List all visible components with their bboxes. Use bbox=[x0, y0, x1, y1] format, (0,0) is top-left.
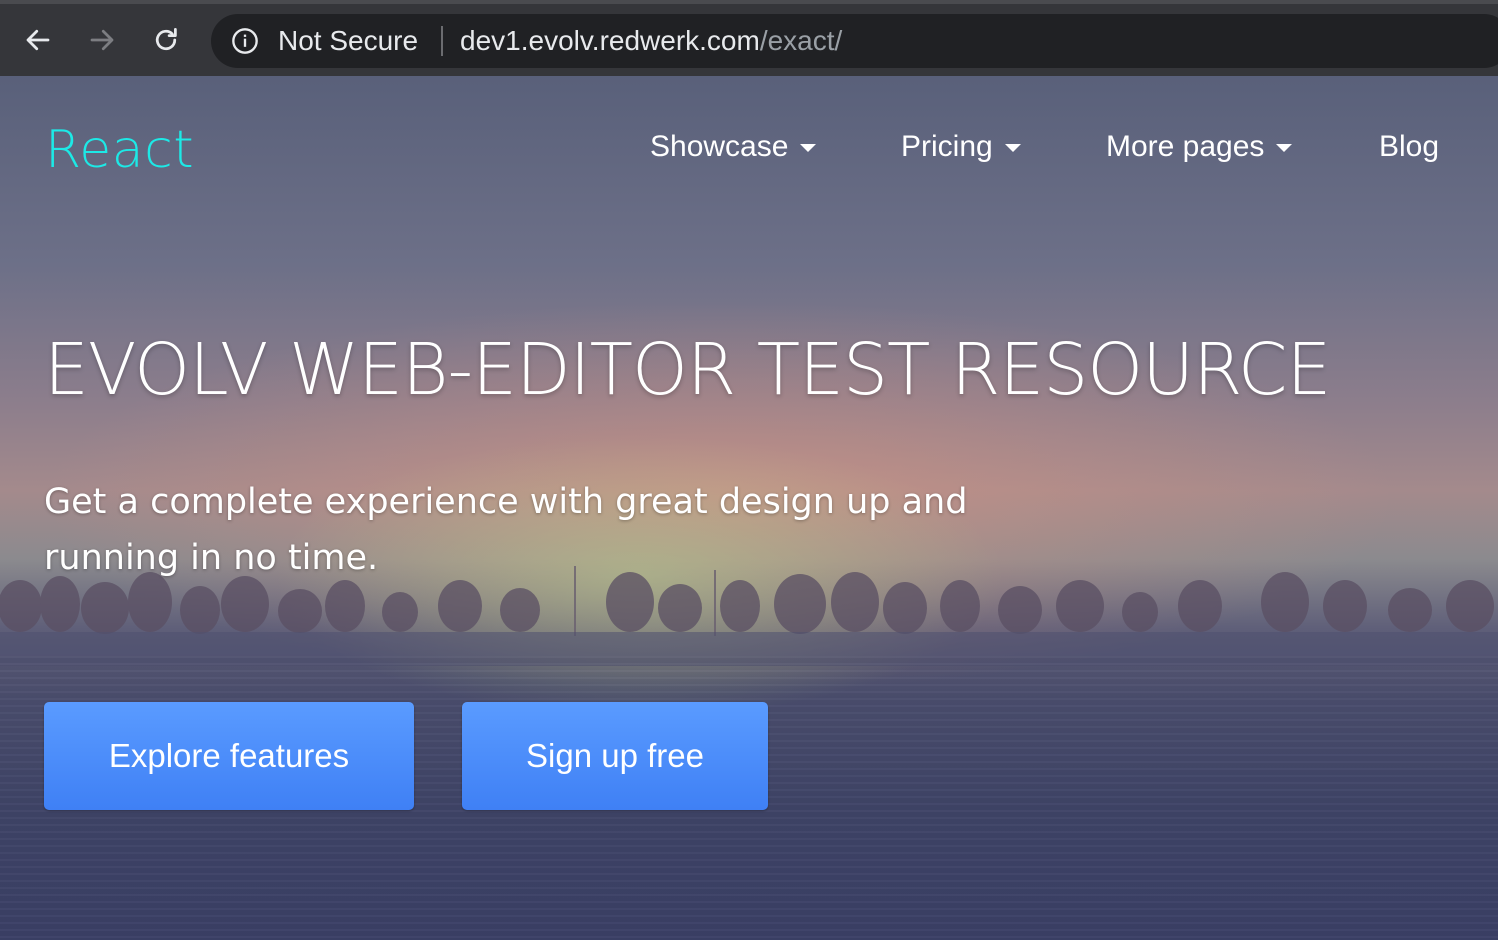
sign-up-free-button[interactable]: Sign up free bbox=[462, 702, 768, 810]
back-button[interactable] bbox=[20, 22, 56, 58]
forward-button[interactable] bbox=[84, 22, 120, 58]
nav-showcase[interactable]: Showcase bbox=[650, 130, 817, 164]
nav-blog-label: Blog bbox=[1379, 130, 1440, 163]
nav-blog[interactable]: Blog bbox=[1379, 130, 1439, 164]
address-bar[interactable]: Not Secure dev1.evolv.redwerk.com/exact/ bbox=[211, 14, 1498, 68]
reload-button[interactable] bbox=[148, 22, 184, 58]
url-host: dev1.evolv.redwerk.com bbox=[460, 25, 760, 56]
hero-section: React Showcase Pricing More pages Blog E… bbox=[0, 76, 1498, 940]
back-arrow-icon bbox=[26, 29, 50, 51]
chevron-down-icon bbox=[800, 144, 817, 153]
hero-headline: EVOLV WEB-EDITOR TEST RESOURCE bbox=[44, 328, 1331, 411]
security-status[interactable]: Not Secure bbox=[278, 25, 418, 57]
nav-pricing[interactable]: Pricing bbox=[901, 130, 1021, 164]
url-path: /exact/ bbox=[759, 25, 843, 56]
explore-features-button[interactable]: Explore features bbox=[44, 702, 414, 810]
nav-more-pages[interactable]: More pages bbox=[1106, 130, 1293, 164]
chevron-down-icon bbox=[1004, 144, 1021, 153]
nav-showcase-label: Showcase bbox=[650, 130, 789, 163]
address-divider bbox=[441, 26, 443, 56]
browser-toolbar: Not Secure dev1.evolv.redwerk.com/exact/ bbox=[0, 0, 1498, 76]
url-text[interactable]: dev1.evolv.redwerk.com/exact/ bbox=[460, 25, 842, 57]
site-logo[interactable]: React bbox=[45, 120, 194, 180]
nav-more-pages-label: More pages bbox=[1106, 130, 1265, 163]
forward-arrow-icon bbox=[90, 29, 114, 51]
nav-pricing-label: Pricing bbox=[901, 130, 993, 163]
info-icon[interactable] bbox=[231, 27, 259, 55]
chevron-down-icon bbox=[1276, 144, 1293, 153]
hero-subtitle: Get a complete experience with great des… bbox=[44, 482, 968, 578]
reload-icon bbox=[155, 28, 177, 51]
